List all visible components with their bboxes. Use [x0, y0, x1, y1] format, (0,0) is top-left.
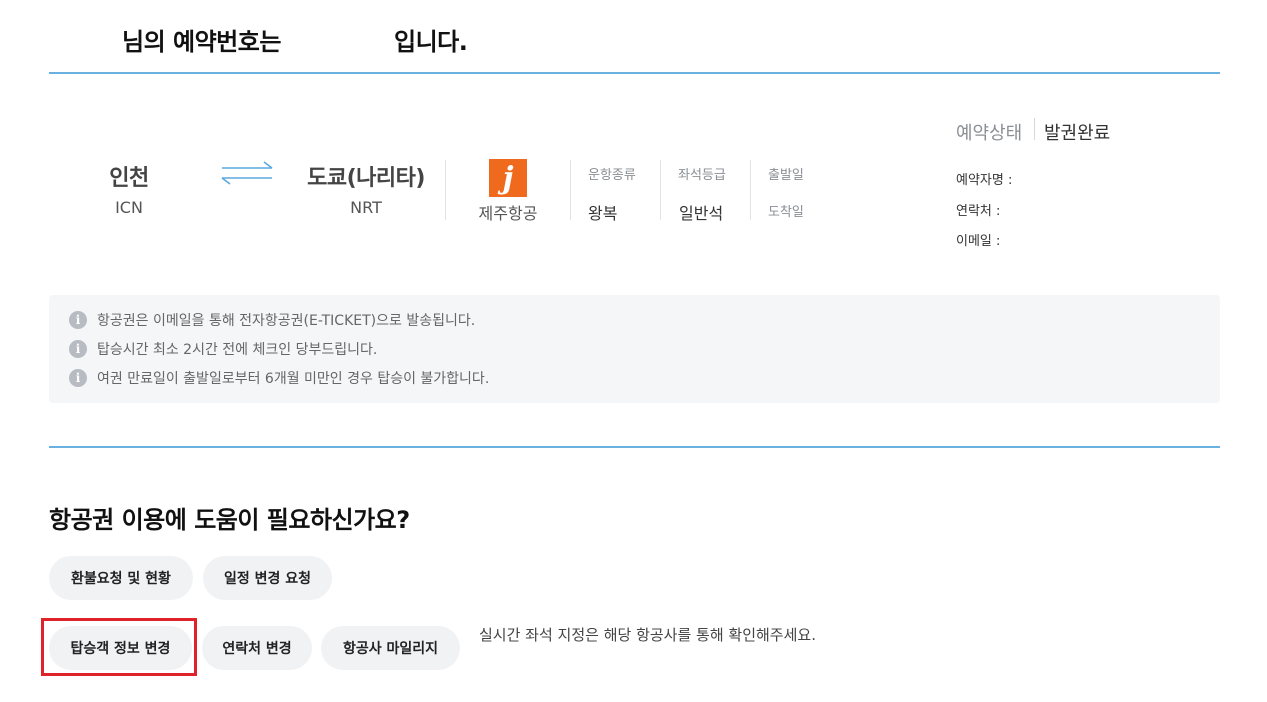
origin-city: 인천	[109, 166, 149, 191]
trip-type-value: 왕복	[588, 204, 618, 223]
refund-request-button[interactable]: 환불요청 및 현황	[49, 556, 193, 600]
notice-text: 항공권은 이메일을 통해 전자항공권(E-TICKET)으로 발송됩니다.	[97, 313, 476, 329]
info-icon: i	[69, 340, 87, 358]
separator	[660, 160, 661, 220]
airline-logo: j	[489, 159, 527, 197]
separator	[570, 160, 571, 220]
airline-mileage-button[interactable]: 항공사 마일리지	[321, 626, 460, 670]
seat-assignment-note: 실시간 좌석 지정은 해당 항공사를 통해 확인해주세요.	[479, 626, 816, 644]
reservation-title-part2: 입니다.	[394, 28, 468, 56]
arrival-date-label: 도착일	[768, 205, 804, 220]
contact-change-button[interactable]: 연락처 변경	[202, 626, 312, 670]
airline-name: 제주항공	[478, 204, 538, 223]
help-title: 항공권 이용에 도움이 필요하신가요?	[49, 506, 410, 534]
status-divider	[1034, 118, 1035, 140]
seat-class-value: 일반석	[679, 204, 724, 223]
contact-label: 연락처 :	[956, 204, 1001, 219]
notice-box: i 항공권은 이메일을 통해 전자항공권(E-TICKET)으로 발송됩니다. …	[49, 295, 1220, 403]
seat-class-label: 좌석등급	[678, 168, 726, 183]
reservation-status-value: 발권완료	[1044, 123, 1111, 144]
notice-item: i 항공권은 이메일을 통해 전자항공권(E-TICKET)으로 발송됩니다.	[69, 310, 475, 330]
departure-date-label: 출발일	[768, 168, 804, 183]
destination-city: 도쿄(나리타)	[307, 166, 425, 191]
double-arrow-icon	[220, 160, 274, 190]
origin-code: ICN	[115, 198, 143, 217]
booker-name-label: 예약자명 :	[956, 173, 1013, 188]
destination-code: NRT	[350, 198, 382, 217]
reservation-title-part1: 님의 예약번호는	[122, 28, 281, 56]
notice-item: i 탑승시간 최소 2시간 전에 체크인 당부드립니다.	[69, 339, 377, 359]
section-divider	[49, 446, 1220, 448]
info-icon: i	[69, 311, 87, 329]
notice-text: 탑승시간 최소 2시간 전에 체크인 당부드립니다.	[97, 342, 378, 358]
notice-item: i 여권 만료일이 출발일로부터 6개월 미만인 경우 탑승이 불가합니다.	[69, 368, 489, 388]
highlight-box	[41, 618, 197, 676]
email-label: 이메일 :	[956, 234, 1001, 249]
schedule-change-button[interactable]: 일정 변경 요청	[203, 556, 332, 600]
reservation-status-label: 예약상태	[956, 123, 1023, 144]
trip-type-label: 운항종류	[588, 168, 636, 183]
top-divider	[49, 72, 1220, 74]
separator	[750, 160, 751, 220]
info-icon: i	[69, 369, 87, 387]
airline-logo-letter: j	[502, 160, 514, 196]
separator	[445, 160, 446, 220]
notice-text: 여권 만료일이 출발일로부터 6개월 미만인 경우 탑승이 불가합니다.	[97, 371, 490, 387]
